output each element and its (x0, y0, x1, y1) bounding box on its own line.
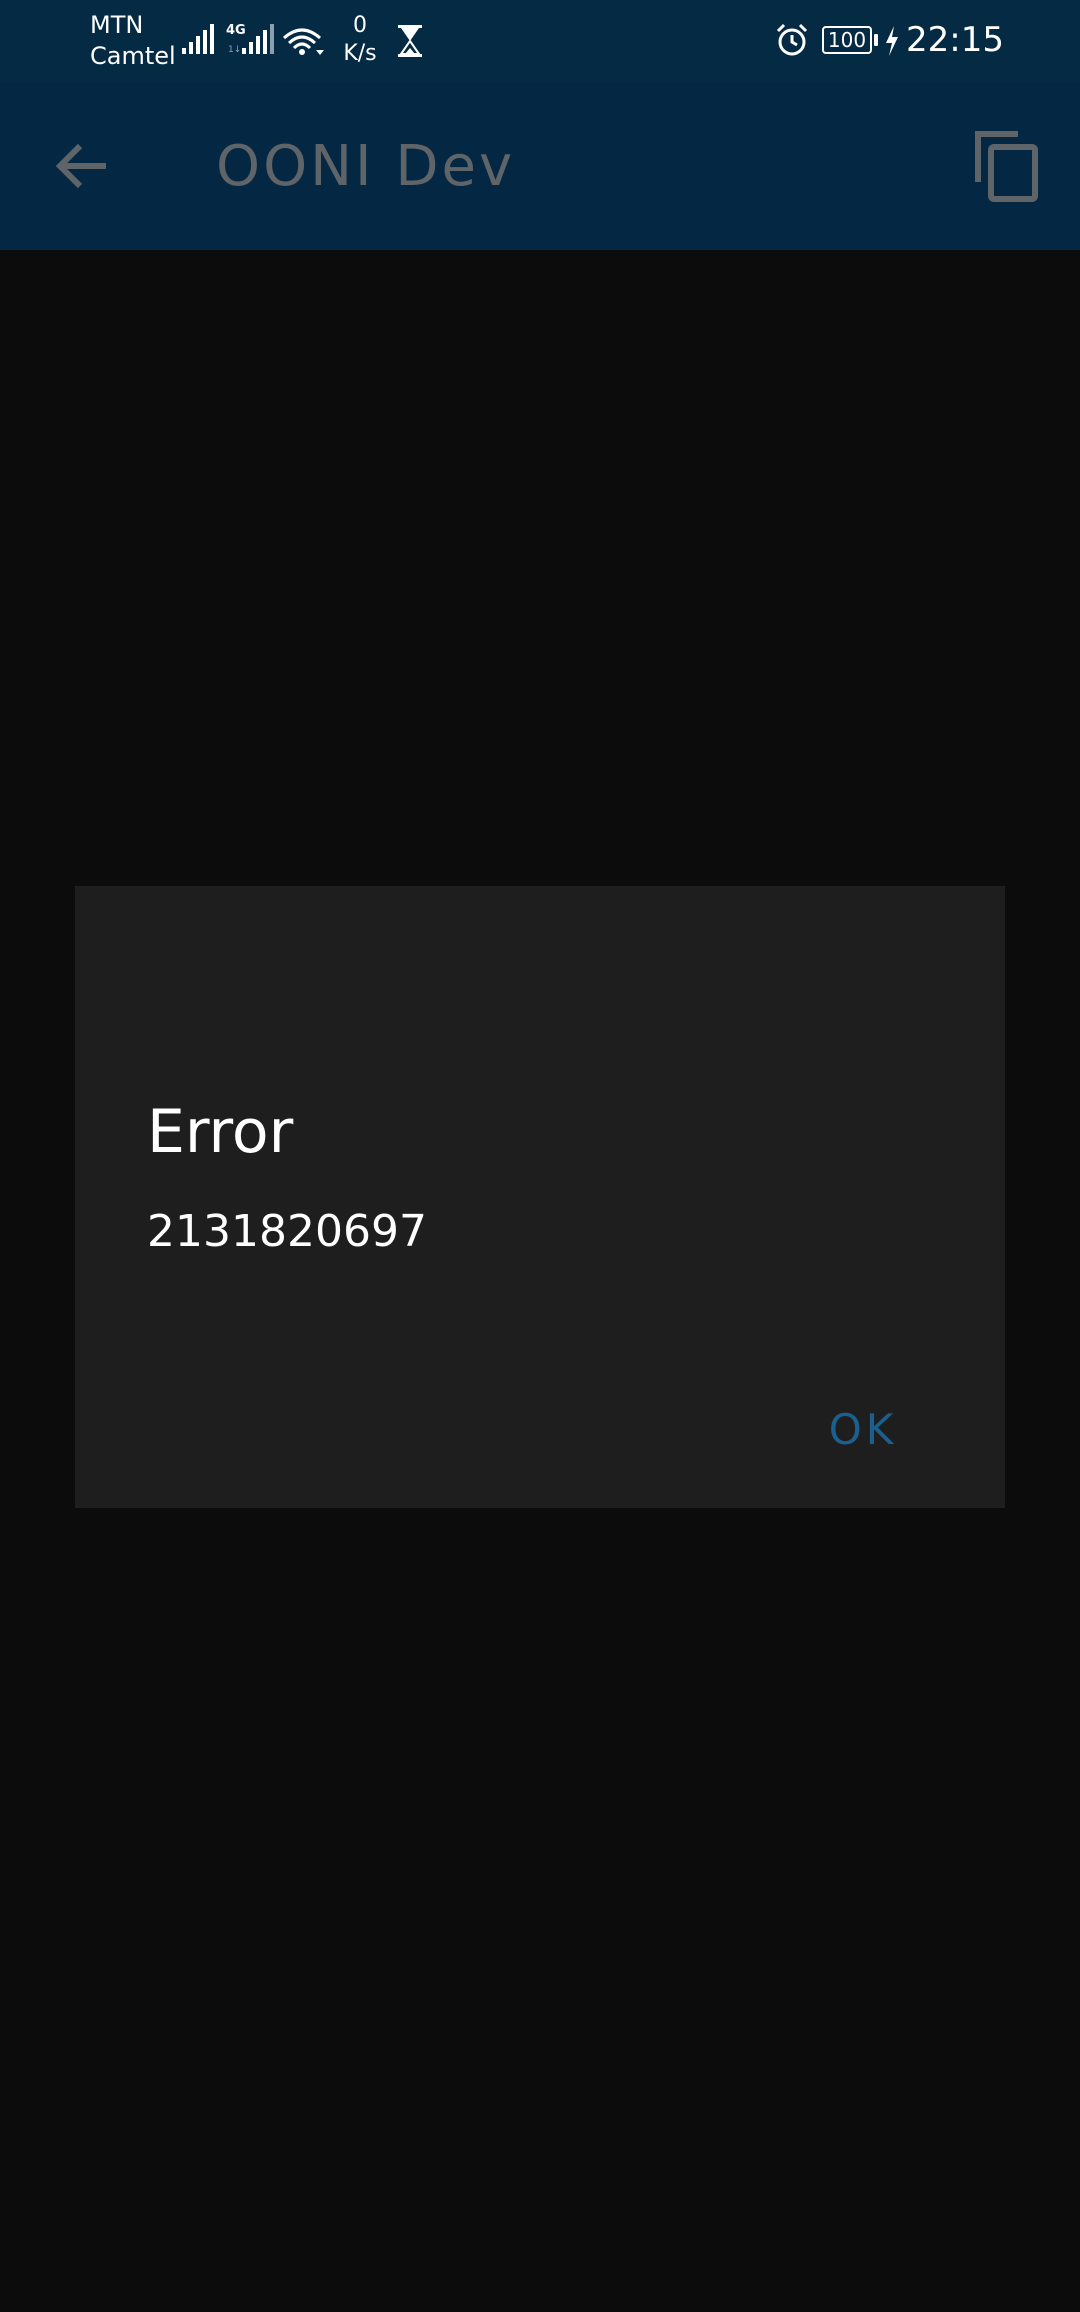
speed-value: 0 (353, 13, 367, 38)
network-speed: 0 K/s (340, 12, 380, 68)
screen: MTN Camtel 4G 1↓ 0 K/s 100 22:15 OONI De… (0, 0, 1080, 2312)
status-time: 22:15 (906, 20, 1004, 60)
ok-button[interactable]: OK (793, 1394, 933, 1466)
copy-button[interactable] (966, 124, 1046, 204)
back-arrow-icon (55, 143, 106, 189)
svg-text:4G: 4G (226, 23, 246, 38)
hourglass-icon (396, 24, 424, 62)
back-button[interactable] (44, 126, 124, 206)
dialog-message: 2131820697 (147, 1206, 427, 1257)
signal-icons: 4G 1↓ (180, 20, 330, 64)
wifi-icon (283, 28, 324, 55)
alarm-icon (774, 22, 810, 62)
copy-icon (975, 131, 1038, 202)
battery-icon: 100 (822, 26, 872, 54)
carrier-2: Camtel (90, 42, 176, 70)
battery-nub (874, 34, 878, 46)
charging-icon (884, 26, 900, 60)
status-bar: MTN Camtel 4G 1↓ 0 K/s 100 22:15 (0, 0, 1080, 82)
app-title: OONI Dev (216, 134, 516, 199)
dialog-title: Error (147, 1097, 294, 1167)
signal-icon: 4G 1↓ (182, 23, 324, 55)
carrier-1: MTN (90, 11, 144, 39)
speed-unit: K/s (343, 41, 377, 66)
error-dialog: Error 2131820697 OK (75, 886, 1005, 1508)
carrier-names: MTN Camtel (90, 10, 176, 72)
svg-text:1↓: 1↓ (228, 45, 241, 55)
app-bar: OONI Dev (0, 82, 1080, 250)
